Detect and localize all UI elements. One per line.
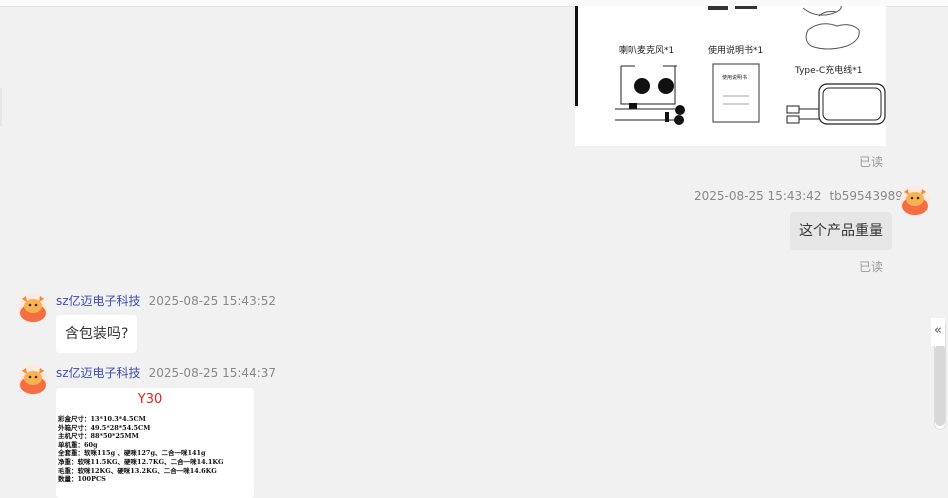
spec-line: 净重：软咪11.5KG、硬咪12.7KG、二合一咪14.1KG bbox=[58, 457, 224, 466]
shop-avatar-icon[interactable] bbox=[18, 365, 48, 395]
spec-line: 全套重：软咪115g 、硬咪127g、二合一咪141g bbox=[58, 449, 206, 458]
spec-line: 彩盒尺寸：13*10.3*4.5CM bbox=[58, 415, 146, 423]
manual-label: 使用说明书*1 bbox=[708, 46, 764, 56]
spec-image-message[interactable]: Y30 彩盒尺寸：13*10.3*4.5CM 外箱尺寸：49.5*28*54.5… bbox=[56, 388, 254, 498]
message-timestamp: 2025-08-25 15:44:37 bbox=[148, 366, 277, 380]
read-receipt: 已读 bbox=[859, 155, 884, 169]
spec-line: 主机尺寸：88*50*25MM bbox=[58, 432, 139, 441]
spec-lines: 彩盒尺寸：13*10.3*4.5CM 外箱尺寸：49.5*28*54.5CM 主… bbox=[58, 415, 224, 484]
spec-title: Y30 bbox=[137, 392, 163, 407]
message-meta-user: 2025-08-25 15:43:42 tb5954398910 bbox=[694, 189, 918, 203]
product-image-message[interactable]: 喇叭麦克风*1 使用说明书*1 Type-C充电线*1 使用说明书 bbox=[575, 6, 886, 146]
message-timestamp: 2025-08-25 15:43:42 bbox=[694, 189, 822, 203]
cable-label: Type-C充电线*1 bbox=[795, 66, 863, 76]
shop-avatar-icon[interactable] bbox=[18, 293, 48, 323]
manual-cover-label: 使用说明书 bbox=[722, 75, 748, 81]
spec-line: 毛重：软咪12KG、硬咪13.2KG、二合一咪14.6KG bbox=[58, 466, 217, 475]
spec-line: 数量：100PCS bbox=[58, 475, 106, 484]
user-avatar-icon[interactable] bbox=[900, 186, 930, 216]
left-edge-strip bbox=[0, 88, 2, 126]
message-timestamp: 2025-08-25 15:43:52 bbox=[148, 294, 277, 308]
double-chevron-left-icon[interactable]: « bbox=[931, 318, 945, 346]
message-meta-shop: sz亿迈电子科技 2025-08-25 15:43:52 bbox=[56, 292, 276, 309]
sender-name[interactable]: sz亿迈电子科技 bbox=[56, 366, 141, 380]
user-message-bubble[interactable]: 这个产品重量 bbox=[790, 212, 892, 250]
mic-label: 喇叭麦克风*1 bbox=[619, 46, 675, 56]
message-meta-shop: sz亿迈电子科技 2025-08-25 15:44:37 bbox=[56, 364, 276, 381]
read-receipt: 已读 bbox=[859, 260, 884, 274]
sender-name[interactable]: sz亿迈电子科技 bbox=[56, 294, 141, 308]
shop-message-bubble[interactable]: 含包装吗? bbox=[56, 315, 138, 353]
scrollbar-thumb[interactable] bbox=[935, 344, 945, 426]
spec-line: 外箱尺寸：49.5*28*54.5CM bbox=[58, 423, 151, 432]
